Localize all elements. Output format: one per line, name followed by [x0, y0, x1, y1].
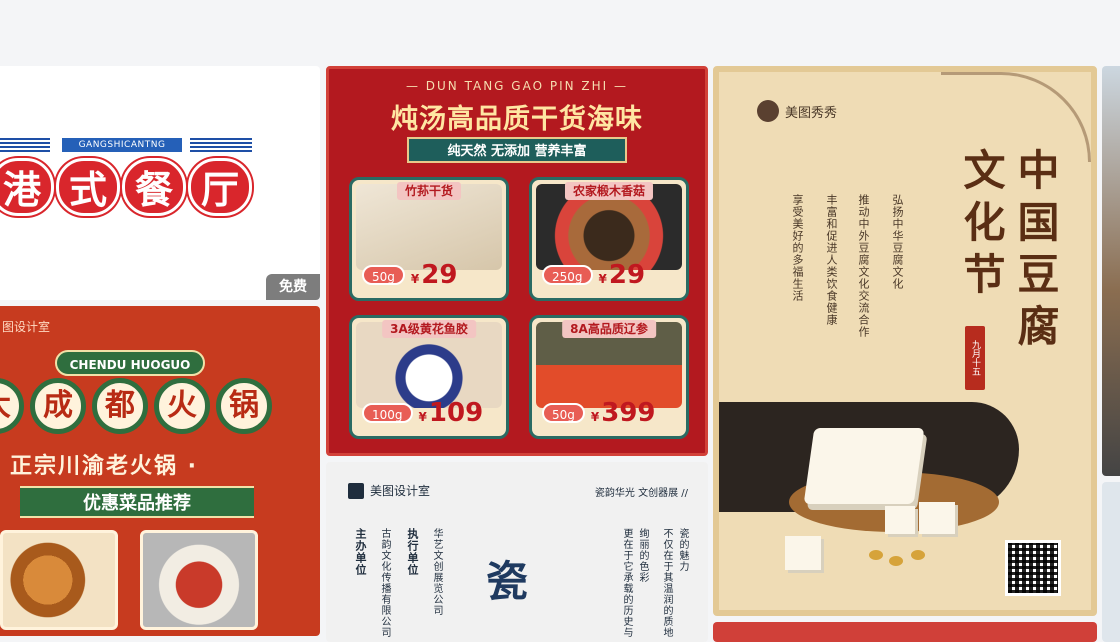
title-char: 港 [0, 158, 54, 216]
english-banner: CHENDU HUOGUO [55, 350, 205, 376]
brand-logo: 美图秀秀 [757, 100, 837, 122]
motto: 瓷韵华光 文创器展 // [594, 488, 688, 499]
tofu-cube [885, 506, 915, 534]
product-weight: 50g [542, 403, 585, 423]
title-char: 火 [154, 378, 210, 434]
title-char: 餐 [122, 158, 186, 216]
product-weight: 250g [542, 265, 593, 285]
promo-banner: 优惠菜品推荐 [20, 486, 254, 518]
hotpot-title: 大 成 都 火 锅 [0, 378, 278, 434]
slogan-line: 弘扬中华豆腐文化 [891, 194, 904, 290]
tofu-cube [919, 502, 955, 534]
template-card-partial[interactable] [713, 622, 1097, 642]
template-card-hk-restaurant[interactable]: GANGSHICANTNG 港 式 餐 厅 免费 [0, 66, 320, 300]
qr-code [1005, 540, 1061, 596]
english-label: — DUN TANG GAO PIN ZHI — [405, 79, 629, 93]
slogan-line: 享受美好的多福生活 [791, 194, 804, 302]
tofu-cube [785, 536, 821, 570]
exec-label: 执行单位 [406, 528, 419, 576]
product-tile: 农家椴木香菇 250g ¥29 [529, 177, 689, 301]
seafood-title: 炖汤高品质干货海味 [391, 104, 643, 135]
english-label: GANGSHICANTNG [62, 138, 182, 152]
top-bar [0, 0, 1120, 64]
title-char: 厅 [188, 158, 252, 216]
exec-text: 华艺文创展览公司 [431, 528, 442, 616]
template-card-tofu-festival[interactable]: 美图秀秀 弘扬中华豆腐文化 推动中外豆腐文化交流合作 丰富和促进人类饮食健康 享… [713, 66, 1097, 616]
product-name: 8A高品质辽参 [562, 320, 656, 338]
soybean [911, 550, 925, 560]
template-card-porcelain[interactable]: 美图设计室 瓷韵华光 文创器展 // 主办单位 古韵文化传播有限公司 执行单位 … [326, 462, 708, 642]
intro-text: 绚丽的色彩 [637, 528, 648, 583]
logo-text: 美图设计室 [370, 484, 431, 498]
title-char: 大 [0, 378, 24, 434]
template-card-partial[interactable] [1102, 66, 1120, 476]
brand-text: 美图秀秀 [785, 105, 838, 121]
dish-image [0, 530, 118, 630]
price-line: 250g ¥29 [542, 260, 645, 290]
product-price: ¥399 [590, 398, 656, 428]
feature-ribbon: 纯天然 无添加 营养丰富 [407, 137, 627, 163]
product-weight: 50g [362, 265, 405, 285]
logo-icon [348, 482, 364, 499]
template-card-partial[interactable] [1102, 482, 1120, 642]
intro-text: 更在于它承载的历史与 [621, 528, 632, 638]
price-line: 100g ¥109 [362, 398, 483, 428]
template-card-seafood[interactable]: — DUN TANG GAO PIN ZHI — 炖汤高品质干货海味 纯天然 无… [326, 66, 708, 456]
free-badge: 免费 [266, 274, 320, 300]
product-tile: 3A级黄花鱼胶 100g ¥109 [349, 315, 509, 439]
studio-logo: 美图设计室 [348, 482, 430, 499]
intro-text: 不仅在于其温润的质地 [661, 528, 672, 638]
tofu-block [803, 428, 925, 504]
price-line: 50g ¥399 [542, 398, 656, 428]
title-char: 锅 [216, 378, 272, 434]
dish-image [140, 530, 258, 630]
title-char: 成 [30, 378, 86, 434]
product-name: 竹荪干货 [396, 182, 462, 200]
product-name: 3A级黄花鱼胶 [382, 320, 476, 338]
tofu-title: 中国豆腐 [1011, 148, 1060, 356]
price-line: 50g ¥29 [362, 260, 457, 290]
slogan-line: 推动中外豆腐文化交流合作 [857, 194, 870, 338]
product-weight: 100g [362, 403, 413, 423]
date-seal: 九月十五 [965, 326, 985, 390]
hotpot-subtitle: 正宗川渝老火锅 · [10, 454, 199, 479]
template-card-hotpot[interactable]: 图设计室 CHENDU HUOGUO 大 成 都 火 锅 正宗川渝老火锅 · 优… [0, 306, 320, 636]
product-price: ¥29 [410, 260, 458, 290]
studio-label: 图设计室 [2, 320, 51, 334]
brand-icon [757, 100, 779, 122]
product-tile: 竹荪干货 50g ¥29 [349, 177, 509, 301]
product-price: ¥29 [598, 260, 646, 290]
product-tile: 8A高品质辽参 50g ¥399 [529, 315, 689, 439]
soybean [869, 550, 883, 560]
host-text: 古韵文化传播有限公司 [379, 528, 390, 638]
product-price: ¥109 [418, 398, 484, 428]
product-name: 农家椴木香菇 [564, 182, 654, 200]
intro-text: 瓷的魅力 [677, 528, 688, 572]
title-char: 式 [56, 158, 120, 216]
title-char: 都 [92, 378, 148, 434]
soybean [889, 556, 903, 566]
slogan-line: 丰富和促进人类饮食健康 [825, 194, 838, 326]
festival-title: 文化节 [957, 148, 1006, 304]
restaurant-title: 港 式 餐 厅 [0, 158, 254, 216]
porcelain-title: 瓷 [486, 557, 529, 606]
host-label: 主办单位 [354, 528, 367, 576]
